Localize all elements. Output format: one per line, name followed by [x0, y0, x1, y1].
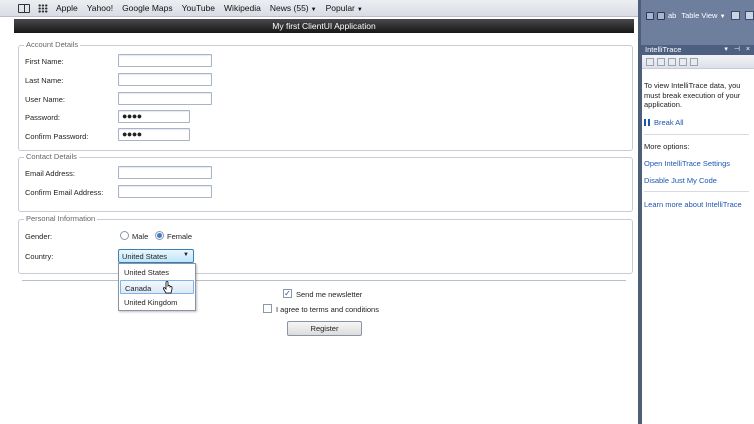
- open-icon[interactable]: [668, 57, 676, 66]
- last-name-label: Last Name:: [25, 76, 64, 85]
- register-button[interactable]: Register: [287, 321, 362, 336]
- pause-icon: [644, 119, 650, 126]
- chevron-down-icon: ▼: [356, 7, 363, 13]
- disable-just-my-code-link[interactable]: Disable Just My Code: [644, 176, 717, 185]
- password-field[interactable]: ●●●●: [118, 110, 190, 123]
- country-option-canada[interactable]: Canada: [120, 280, 194, 294]
- confirm-email-field[interactable]: [118, 185, 212, 198]
- app-title-bar: My first ClientUI Application: [14, 19, 634, 33]
- bookmark-wikipedia[interactable]: Wikipedia: [224, 3, 261, 13]
- chevron-down-icon: ▼: [719, 14, 726, 20]
- newsletter-checkbox[interactable]: ✓: [283, 289, 292, 298]
- newsletter-label[interactable]: Send me newsletter: [296, 290, 362, 299]
- toolbar-tool-icon[interactable]: [657, 11, 665, 20]
- contact-details-group: Contact Details: [18, 152, 633, 212]
- female-label[interactable]: Female: [167, 232, 192, 241]
- personal-info-legend: Personal Information: [24, 214, 98, 223]
- last-name-field[interactable]: [118, 73, 212, 86]
- country-selected-value: United States: [122, 252, 168, 261]
- table-view-dropdown[interactable]: Table View ▼: [681, 11, 725, 20]
- bookmark-popular-label: Popular: [325, 3, 355, 13]
- bookmark-youtube[interactable]: YouTube: [182, 3, 215, 13]
- panel-window-buttons[interactable]: ▾ ⊣ ×: [724, 45, 752, 55]
- chevron-down-icon: ▼: [310, 7, 317, 13]
- country-label: Country:: [25, 252, 54, 261]
- email-label: Email Address:: [25, 169, 76, 178]
- divider: [644, 191, 749, 192]
- country-dropdown-list: United States Canada United Kingdom: [118, 263, 196, 311]
- intellitrace-panel: IntelliTrace ▾ ⊣ × To view IntelliTrace …: [641, 45, 754, 424]
- ab-icon[interactable]: ab: [668, 11, 676, 20]
- confirm-email-label: Confirm Email Address:: [25, 188, 104, 197]
- intellitrace-toolbar: [642, 55, 754, 69]
- toolbar-button-icon[interactable]: [730, 11, 740, 20]
- form-divider: [22, 280, 626, 281]
- country-select[interactable]: United States ▼: [118, 249, 194, 263]
- ide-toolbar: ab Table View ▼: [641, 7, 754, 24]
- gender-label: Gender:: [25, 232, 53, 241]
- bookmark-google-maps[interactable]: Google Maps: [122, 3, 173, 13]
- bookmarks-bar: Apple Yahoo! Google Maps YouTube Wikiped…: [0, 0, 640, 17]
- divider: [644, 134, 749, 135]
- bookmark-popular-menu[interactable]: Popular ▼: [326, 3, 363, 13]
- more-options-label: More options:: [644, 142, 690, 151]
- country-option-united-kingdom[interactable]: United Kingdom: [120, 295, 194, 309]
- male-radio[interactable]: [120, 231, 129, 240]
- account-details-legend: Account Details: [24, 40, 81, 49]
- bookmark-news-label: News (55): [269, 3, 309, 13]
- intellitrace-info: To view IntelliTrace data, you must brea…: [644, 81, 741, 109]
- hand-cursor-icon: [163, 281, 173, 294]
- male-label[interactable]: Male: [132, 232, 148, 241]
- open-intellitrace-settings-link[interactable]: Open IntelliTrace Settings: [644, 159, 730, 168]
- bookmark-yahoo[interactable]: Yahoo!: [87, 3, 113, 13]
- toolbar-tool-icon[interactable]: [646, 11, 654, 20]
- contact-details-legend: Contact Details: [24, 152, 79, 161]
- intellitrace-header: IntelliTrace ▾ ⊣ ×: [642, 45, 754, 55]
- confirm-password-label: Confirm Password:: [25, 132, 89, 141]
- toolbar-button-icon[interactable]: [744, 11, 754, 20]
- female-radio[interactable]: [155, 231, 164, 240]
- forward-icon[interactable]: [657, 57, 665, 66]
- terms-label[interactable]: I agree to terms and conditions: [276, 305, 379, 314]
- search-icon[interactable]: [679, 57, 687, 66]
- account-details-group: Account Details: [18, 40, 633, 151]
- back-icon[interactable]: [646, 57, 654, 66]
- learn-more-intellitrace-link[interactable]: Learn more about IntelliTrace: [644, 200, 742, 209]
- break-all-link[interactable]: Break All: [654, 118, 684, 127]
- user-name-field[interactable]: [118, 92, 212, 105]
- confirm-password-field[interactable]: ●●●●: [118, 128, 190, 141]
- table-view-label: Table View: [681, 11, 718, 20]
- password-label: Password:: [25, 113, 61, 122]
- bookmarks-book-icon[interactable]: [18, 3, 30, 13]
- settings-icon[interactable]: [690, 57, 698, 66]
- bookmark-apple[interactable]: Apple: [56, 3, 78, 13]
- email-field[interactable]: [118, 166, 212, 179]
- top-sites-grid-icon[interactable]: [38, 3, 48, 13]
- browser-window: Apple Yahoo! Google Maps YouTube Wikiped…: [0, 0, 640, 424]
- terms-checkbox[interactable]: [263, 304, 272, 313]
- first-name-field[interactable]: [118, 54, 212, 67]
- chevron-down-icon: ▼: [183, 252, 189, 258]
- first-name-label: First Name:: [25, 57, 64, 66]
- intellitrace-title: IntelliTrace: [645, 45, 682, 54]
- bookmark-news-menu[interactable]: News (55) ▼: [270, 3, 317, 13]
- personal-info-group: Personal Information: [18, 214, 633, 274]
- country-option-united-states[interactable]: United States: [120, 265, 194, 279]
- user-name-label: User Name:: [25, 95, 66, 104]
